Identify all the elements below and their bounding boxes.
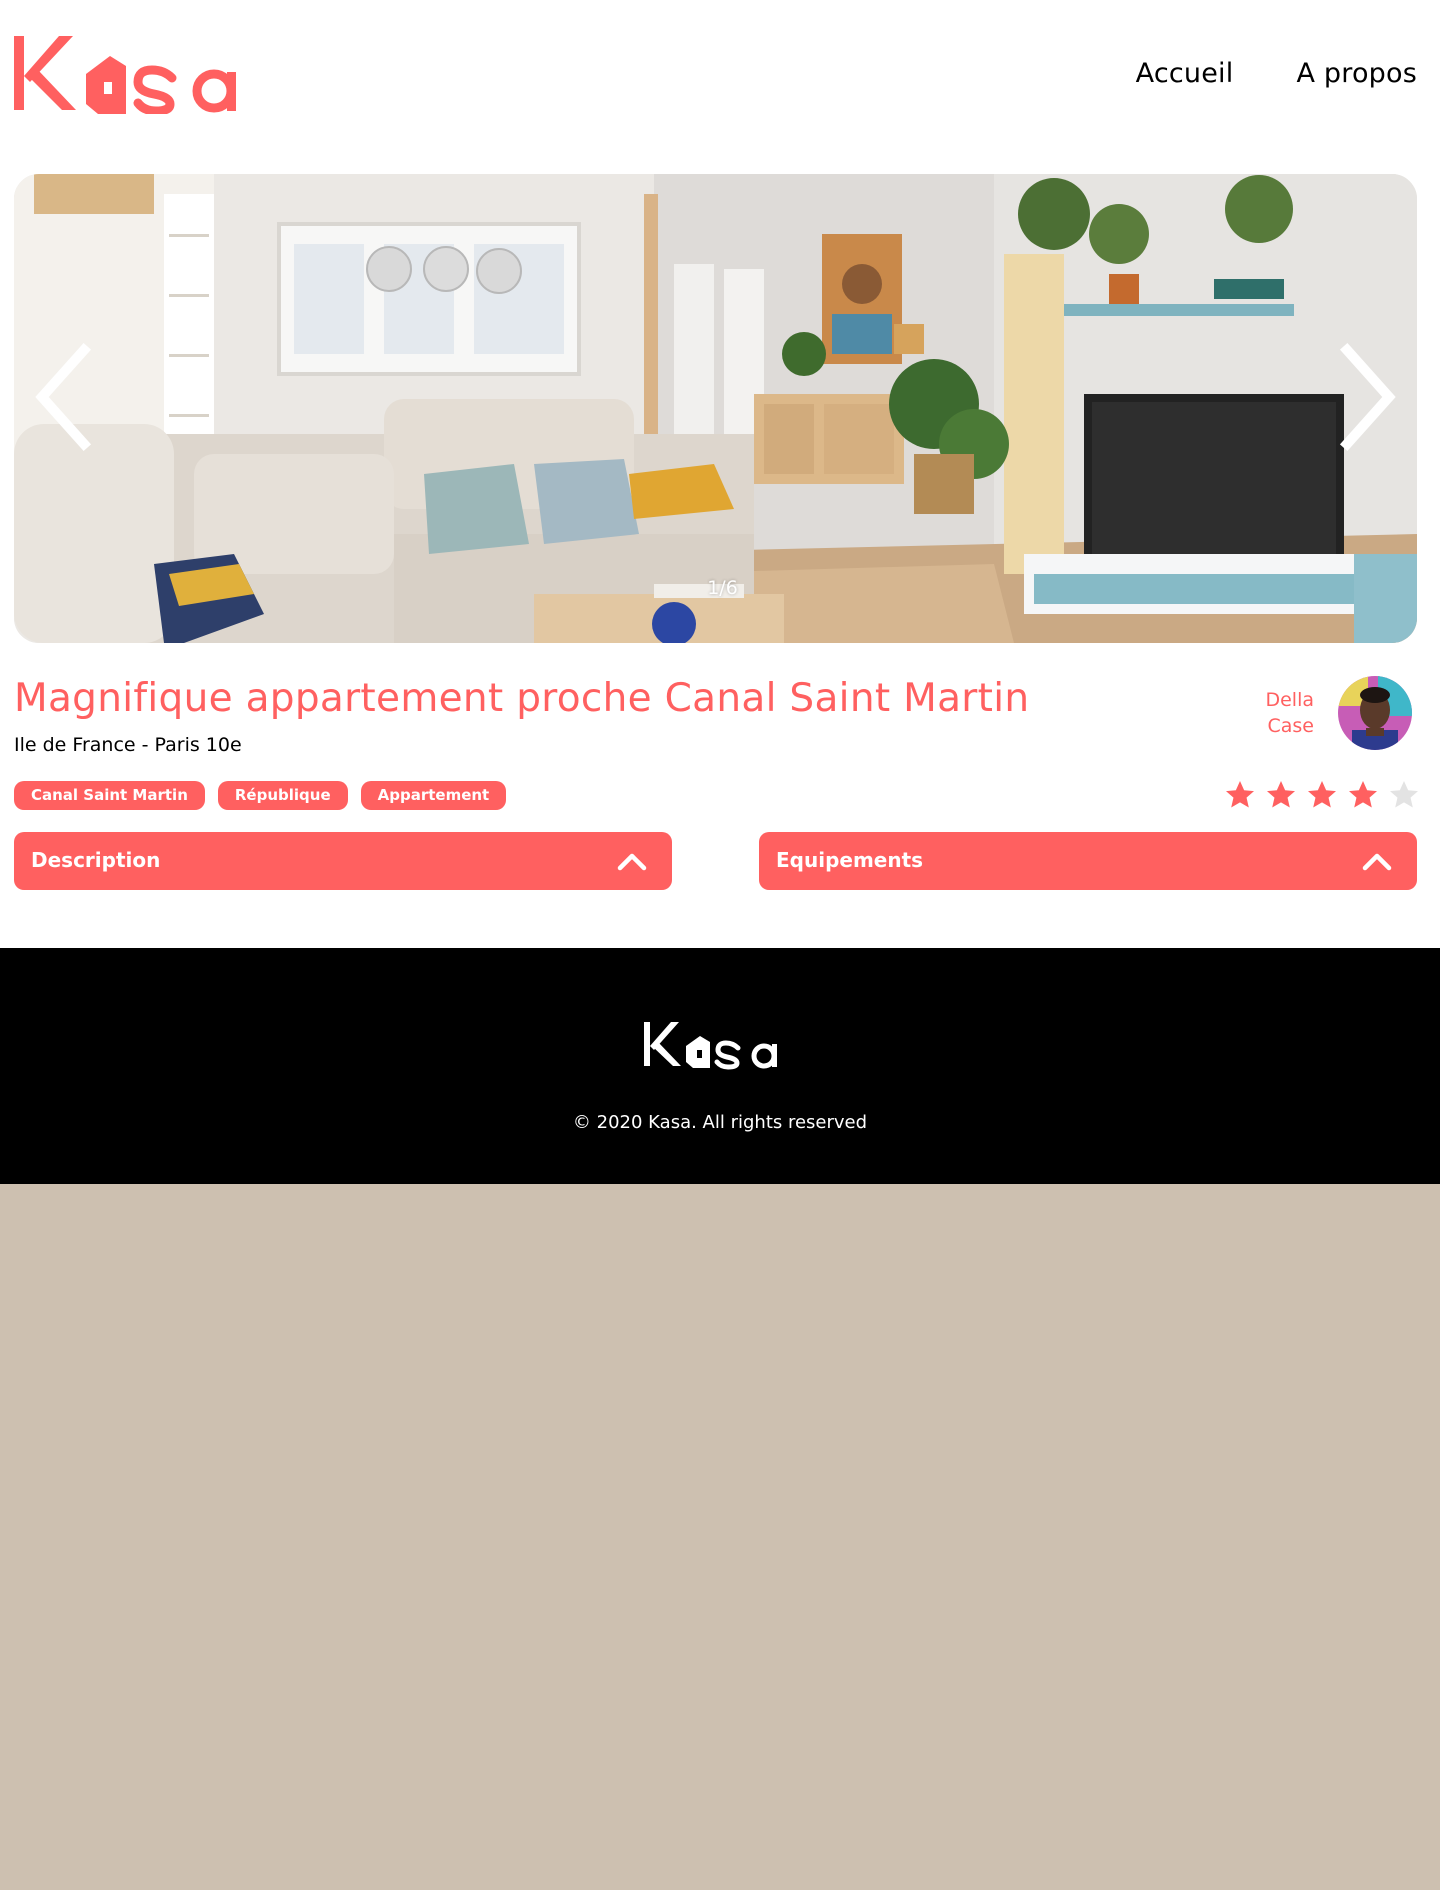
host-last-name: Case bbox=[1267, 715, 1315, 737]
carousel-counter: 1/6 bbox=[707, 577, 738, 599]
kasa-logo[interactable] bbox=[14, 36, 254, 116]
chevron-left-icon bbox=[35, 342, 92, 452]
host-first-name: Della bbox=[1265, 689, 1314, 711]
listing-page: Accueil A propos 1/6 Magnifique appartem… bbox=[0, 0, 1440, 948]
copyright-text: © 2020 Kasa. All rights reserved bbox=[572, 1112, 868, 1133]
description-collapse-label: Description bbox=[31, 848, 161, 872]
nav-home-link[interactable]: Accueil bbox=[1136, 58, 1234, 89]
description-collapse[interactable]: Description bbox=[14, 832, 672, 890]
chevron-right-icon bbox=[1339, 342, 1396, 452]
carousel-prev-button[interactable] bbox=[28, 342, 98, 452]
host-card: Della Case bbox=[1254, 676, 1412, 750]
carousel-next-button[interactable] bbox=[1333, 342, 1403, 452]
tag: Canal Saint Martin bbox=[14, 781, 205, 810]
tag: Appartement bbox=[360, 781, 507, 810]
tag-list: Canal Saint Martin République Appartemen… bbox=[14, 781, 507, 810]
kasa-footer-logo bbox=[644, 1020, 788, 1070]
chevron-up-icon bbox=[1362, 853, 1392, 871]
equipments-collapse[interactable]: Equipements bbox=[759, 832, 1417, 890]
tag: République bbox=[217, 781, 348, 810]
star-rating bbox=[1224, 779, 1420, 811]
site-footer: © 2020 Kasa. All rights reserved bbox=[0, 948, 1440, 1184]
star-icon bbox=[1349, 781, 1377, 808]
photo-carousel: 1/6 bbox=[14, 174, 1417, 643]
star-icon bbox=[1226, 781, 1254, 808]
main-nav: Accueil A propos bbox=[1136, 58, 1417, 89]
listing-location: Ile de France - Paris 10e bbox=[14, 734, 242, 756]
avatar bbox=[1338, 676, 1412, 750]
star-icon bbox=[1308, 781, 1336, 808]
equipments-collapse-label: Equipements bbox=[776, 848, 924, 872]
host-name: Della Case bbox=[1254, 687, 1314, 739]
star-icon bbox=[1267, 781, 1295, 808]
star-icon bbox=[1390, 781, 1418, 808]
chevron-up-icon bbox=[617, 853, 647, 871]
listing-title: Magnifique appartement proche Canal Sain… bbox=[14, 676, 1030, 721]
nav-about-link[interactable]: A propos bbox=[1296, 58, 1417, 89]
listing-photo bbox=[14, 174, 1417, 643]
